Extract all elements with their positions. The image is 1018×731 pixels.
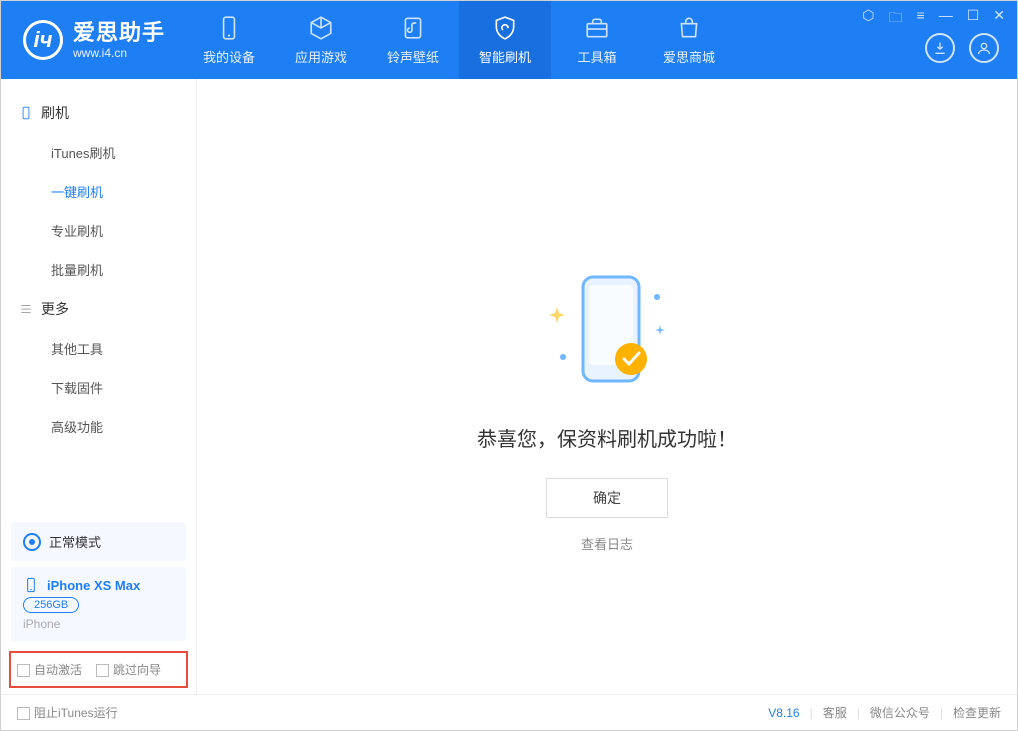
bag-icon <box>676 15 702 41</box>
sidebar-item-advanced[interactable]: 高级功能 <box>1 407 196 446</box>
support-link[interactable]: 客服 <box>823 704 847 721</box>
app-logo: iч 爱思助手 www.i4.cn <box>1 20 183 61</box>
window-controls: ⬡ 🗀 ≡ — ☐ ✕ <box>862 7 1005 31</box>
view-log-link[interactable]: 查看日志 <box>581 534 633 553</box>
sidebar-item-download-firmware[interactable]: 下载固件 <box>1 368 196 407</box>
sidebar-item-batch-flash[interactable]: 批量刷机 <box>1 250 196 289</box>
main-content: 恭喜您，保资料刷机成功啦！ 确定 查看日志 <box>197 79 1017 694</box>
logo-icon: iч <box>23 20 63 60</box>
phone-icon <box>23 577 39 593</box>
wechat-link[interactable]: 微信公众号 <box>870 704 930 721</box>
lock-icon[interactable]: 🗀 <box>889 7 903 31</box>
success-illustration <box>537 269 677 399</box>
check-update-link[interactable]: 检查更新 <box>953 704 1001 721</box>
main-tabs: 我的设备 应用游戏 铃声壁纸 智能刷机 工具箱 爱思商城 <box>183 1 735 79</box>
auto-activate-checkbox[interactable]: 自动激活 <box>17 661 82 678</box>
sidebar-item-other-tools[interactable]: 其他工具 <box>1 329 196 368</box>
block-itunes-checkbox[interactable]: 阻止iTunes运行 <box>17 704 118 721</box>
sidebar-item-itunes-flash[interactable]: iTunes刷机 <box>1 133 196 172</box>
list-icon <box>19 302 33 316</box>
version-label: V8.16 <box>768 706 799 720</box>
sidebar-section-more: 更多 <box>1 289 196 329</box>
cube-icon <box>308 15 334 41</box>
maximize-icon[interactable]: ☐ <box>967 7 980 31</box>
toolbox-icon <box>584 15 610 41</box>
menu-icon[interactable]: ≡ <box>917 7 925 31</box>
close-icon[interactable]: ✕ <box>993 7 1005 31</box>
tab-smart-flash[interactable]: 智能刷机 <box>459 1 551 79</box>
options-highlight: 自动激活 跳过向导 <box>9 651 188 688</box>
device-name: iPhone XS Max <box>47 578 140 593</box>
sidebar: 刷机 iTunes刷机 一键刷机 专业刷机 批量刷机 更多 其他工具 下载固件 … <box>1 79 197 694</box>
confirm-button[interactable]: 确定 <box>546 478 668 518</box>
tab-my-device[interactable]: 我的设备 <box>183 1 275 79</box>
app-name: 爱思助手 <box>73 20 165 46</box>
device-icon <box>216 15 242 41</box>
sidebar-item-pro-flash[interactable]: 专业刷机 <box>1 211 196 250</box>
footer: 阻止iTunes运行 V8.16 | 客服 | 微信公众号 | 检查更新 <box>1 694 1017 730</box>
device-type: iPhone <box>23 617 174 631</box>
music-icon <box>400 15 426 41</box>
skip-guide-checkbox[interactable]: 跳过向导 <box>96 661 161 678</box>
device-info[interactable]: iPhone XS Max 256GB iPhone <box>11 567 186 641</box>
device-capacity: 256GB <box>23 597 79 613</box>
sidebar-item-oneclick-flash[interactable]: 一键刷机 <box>1 172 196 211</box>
mode-status[interactable]: 正常模式 <box>11 522 186 561</box>
status-dot-icon <box>23 533 41 551</box>
tab-ringtones-wallpapers[interactable]: 铃声壁纸 <box>367 1 459 79</box>
sidebar-section-flash: 刷机 <box>1 93 196 133</box>
tab-apps-games[interactable]: 应用游戏 <box>275 1 367 79</box>
tab-toolbox[interactable]: 工具箱 <box>551 1 643 79</box>
minimize-icon[interactable]: — <box>939 7 953 31</box>
refresh-shield-icon <box>492 15 518 41</box>
shirt-icon[interactable]: ⬡ <box>862 7 874 31</box>
app-url: www.i4.cn <box>73 46 165 60</box>
header-right-icons <box>925 33 999 63</box>
app-header: iч 爱思助手 www.i4.cn 我的设备 应用游戏 铃声壁纸 智能刷机 工具… <box>1 1 1017 79</box>
phone-outline-icon <box>19 106 33 120</box>
tab-store[interactable]: 爱思商城 <box>643 1 735 79</box>
download-icon[interactable] <box>925 33 955 63</box>
user-icon[interactable] <box>969 33 999 63</box>
success-message: 恭喜您，保资料刷机成功啦！ <box>477 423 737 452</box>
